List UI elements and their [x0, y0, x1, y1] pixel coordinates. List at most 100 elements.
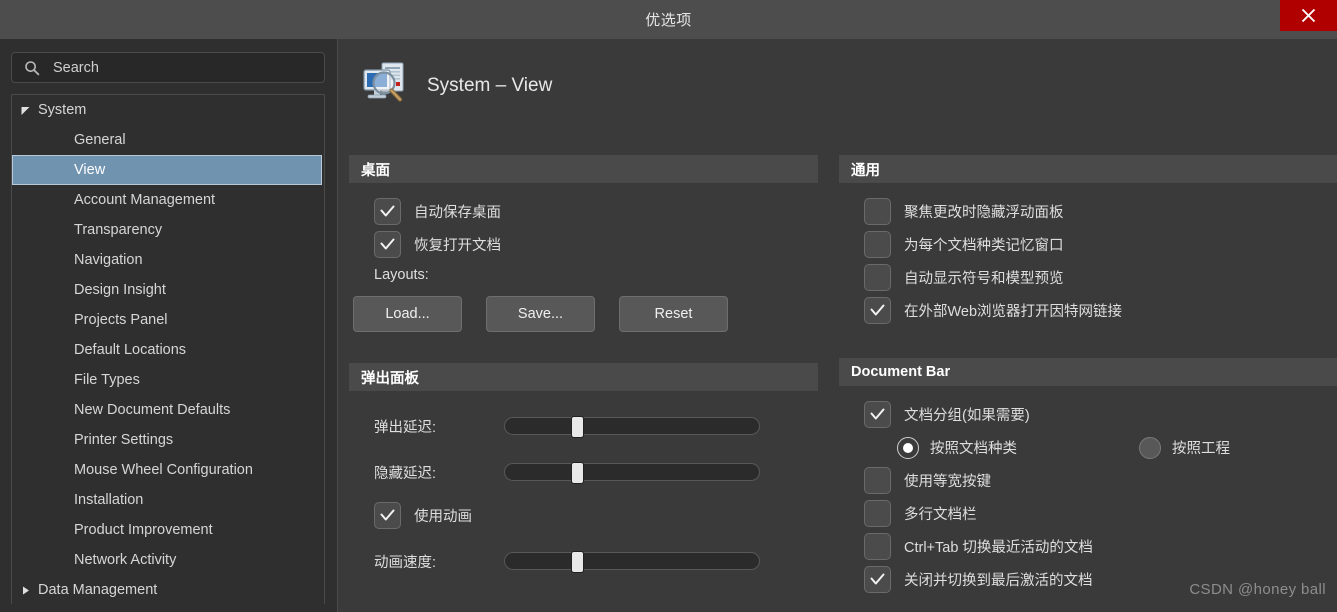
sidebar-item-label: Product Improvement [74, 522, 213, 538]
checkbox-row-remember-window-per-doc-type[interactable]: 为每个文档种类记忆窗口 [839, 228, 1337, 261]
slider-label: 弹出延迟: [374, 419, 437, 436]
checkbox-row-restore-open-documents[interactable]: 恢复打开文档 [349, 228, 818, 261]
radio-by-project[interactable] [1139, 436, 1161, 459]
checkbox-restore-open-documents[interactable] [374, 231, 401, 258]
title-bar: 优选项 [0, 0, 1337, 39]
sidebar-item-mouse-wheel-configuration[interactable]: Mouse Wheel Configuration [12, 455, 324, 485]
sidebar-item-label: Installation [74, 492, 144, 508]
checkbox-label: 自动保存桌面 [414, 205, 501, 221]
sidebar-item-navigation[interactable]: Navigation [12, 245, 324, 275]
checkbox-group-documents[interactable] [864, 401, 891, 428]
checkbox-label: 使用动画 [414, 509, 472, 525]
sidebar-item-label: Network Activity [74, 552, 177, 568]
sidebar-item-product-improvement[interactable]: Product Improvement [12, 515, 324, 545]
sidebar-item-new-document-defaults[interactable]: New Document Defaults [12, 395, 324, 425]
load-button[interactable]: Load... [353, 296, 462, 332]
checkbox-row-ctrl-tab-switch[interactable]: Ctrl+Tab 切换最近活动的文档 [839, 530, 1337, 563]
slider-thumb[interactable] [571, 551, 585, 573]
content-pane: System – View 桌面 自动保存桌面 恢复打开文档 Layouts: … [337, 39, 1337, 612]
preferences-window: Search System General View Account Manag… [0, 39, 1337, 612]
group-title: 通用 [851, 162, 880, 179]
checkbox-row-fixed-width-buttons[interactable]: 使用等宽按键 [839, 464, 1337, 497]
checkbox-row-auto-save-desktop[interactable]: 自动保存桌面 [349, 195, 818, 228]
sidebar-item-general[interactable]: General [12, 125, 324, 155]
sidebar-item-label: Transparency [74, 222, 163, 238]
settings-tree[interactable]: System General View Account Management T… [11, 94, 325, 604]
checkbox-label: 多行文档栏 [904, 507, 977, 523]
sidebar: Search System General View Account Manag… [0, 39, 337, 612]
checkbox-multiline-document-bar[interactable] [864, 500, 891, 527]
search-placeholder: Search [53, 59, 99, 76]
group-title: 桌面 [361, 162, 390, 179]
checkbox-row-close-and-switch[interactable]: 关闭并切换到最后激活的文档 [839, 563, 1337, 596]
chevron-down-icon[interactable] [12, 105, 38, 116]
checkbox-fixed-width-buttons[interactable] [864, 467, 891, 494]
slider-label: 动画速度: [374, 554, 437, 571]
checkbox-use-animation[interactable] [374, 502, 401, 529]
slider-popup-delay[interactable] [504, 416, 760, 438]
checkbox-label: Ctrl+Tab 切换最近活动的文档 [904, 540, 1093, 556]
sidebar-item-label: Design Insight [74, 282, 166, 298]
close-button[interactable] [1280, 0, 1337, 31]
sidebar-item-label: System [38, 102, 87, 118]
sidebar-item-default-locations[interactable]: Default Locations [12, 335, 324, 365]
checkbox-label: 使用等宽按键 [904, 474, 991, 490]
sidebar-item-network-activity[interactable]: Network Activity [12, 545, 324, 575]
group-title: 弹出面板 [361, 370, 419, 387]
checkbox-auto-save-desktop[interactable] [374, 198, 401, 225]
search-input[interactable]: Search [11, 52, 325, 83]
checkbox-row-multiline-document-bar[interactable]: 多行文档栏 [839, 497, 1337, 530]
reset-button[interactable]: Reset [619, 296, 728, 332]
check-icon [380, 238, 395, 250]
checkbox-label: 在外部Web浏览器打开因特网链接 [904, 304, 1123, 320]
window-title: 优选项 [645, 12, 692, 29]
system-view-icon [362, 61, 408, 110]
slider-thumb[interactable] [571, 416, 585, 438]
slider-row-animation-speed: 动画速度: [349, 538, 818, 584]
checkbox-label: 文档分组(如果需要) [904, 408, 1030, 424]
sidebar-item-label: Default Locations [74, 342, 187, 358]
radio-label: 按照文档种类 [930, 441, 1017, 457]
left-column: 桌面 自动保存桌面 恢复打开文档 Layouts: Load... Save..… [349, 155, 818, 612]
right-column: 通用 聚焦更改时隐藏浮动面板 为每个文档种类记忆窗口 自动显示符号和模型预览 在… [839, 155, 1337, 612]
sidebar-item-data-management[interactable]: Data Management [12, 575, 324, 604]
sidebar-item-system[interactable]: System [12, 95, 324, 125]
checkbox-open-links-external-browser[interactable] [864, 297, 891, 324]
slider-animation-speed[interactable] [504, 551, 760, 573]
sidebar-item-transparency[interactable]: Transparency [12, 215, 324, 245]
layout-buttons: Load... Save... Reset [349, 296, 818, 332]
group-popup-panel: 弹出面板 弹出延迟: 隐藏延迟: 使用动画 动画速度: [349, 363, 818, 590]
chevron-right-icon[interactable] [12, 585, 38, 596]
checkbox-row-auto-show-previews[interactable]: 自动显示符号和模型预览 [839, 261, 1337, 294]
radio-label: 按照工程 [1172, 441, 1230, 457]
save-button[interactable]: Save... [486, 296, 595, 332]
checkbox-remember-window-per-doc-type[interactable] [864, 231, 891, 258]
sidebar-item-account-management[interactable]: Account Management [12, 185, 324, 215]
slider-row-popup-delay: 弹出延迟: [349, 403, 818, 449]
sidebar-item-label: General [74, 132, 126, 148]
check-icon [870, 573, 885, 585]
checkbox-hide-floating-panels[interactable] [864, 198, 891, 225]
sidebar-item-view[interactable]: View [12, 155, 322, 185]
sidebar-item-file-types[interactable]: File Types [12, 365, 324, 395]
group-document-bar: Document Bar 文档分组(如果需要) 按照文档种类 按照工程 使用等宽… [839, 358, 1337, 602]
checkbox-close-and-switch[interactable] [864, 566, 891, 593]
radio-by-document-type[interactable] [897, 436, 919, 459]
checkbox-row-use-animation[interactable]: 使用动画 [349, 499, 818, 532]
sidebar-item-installation[interactable]: Installation [12, 485, 324, 515]
checkbox-row-open-links-external-browser[interactable]: 在外部Web浏览器打开因特网链接 [839, 294, 1337, 327]
sidebar-item-projects-panel[interactable]: Projects Panel [12, 305, 324, 335]
sidebar-item-label: New Document Defaults [74, 402, 231, 418]
checkbox-row-hide-floating-panels[interactable]: 聚焦更改时隐藏浮动面板 [839, 195, 1337, 228]
slider-hide-delay[interactable] [504, 462, 760, 484]
checkbox-label: 恢复打开文档 [414, 238, 501, 254]
sidebar-item-design-insight[interactable]: Design Insight [12, 275, 324, 305]
checkbox-ctrl-tab-switch[interactable] [864, 533, 891, 560]
sidebar-item-printer-settings[interactable]: Printer Settings [12, 425, 324, 455]
checkbox-row-group-documents[interactable]: 文档分组(如果需要) [839, 398, 1337, 431]
sidebar-item-label: Navigation [74, 252, 143, 268]
slider-thumb[interactable] [571, 462, 585, 484]
group-general: 通用 聚焦更改时隐藏浮动面板 为每个文档种类记忆窗口 自动显示符号和模型预览 在… [839, 155, 1337, 333]
checkbox-auto-show-previews[interactable] [864, 264, 891, 291]
sidebar-item-label: Printer Settings [74, 432, 174, 448]
